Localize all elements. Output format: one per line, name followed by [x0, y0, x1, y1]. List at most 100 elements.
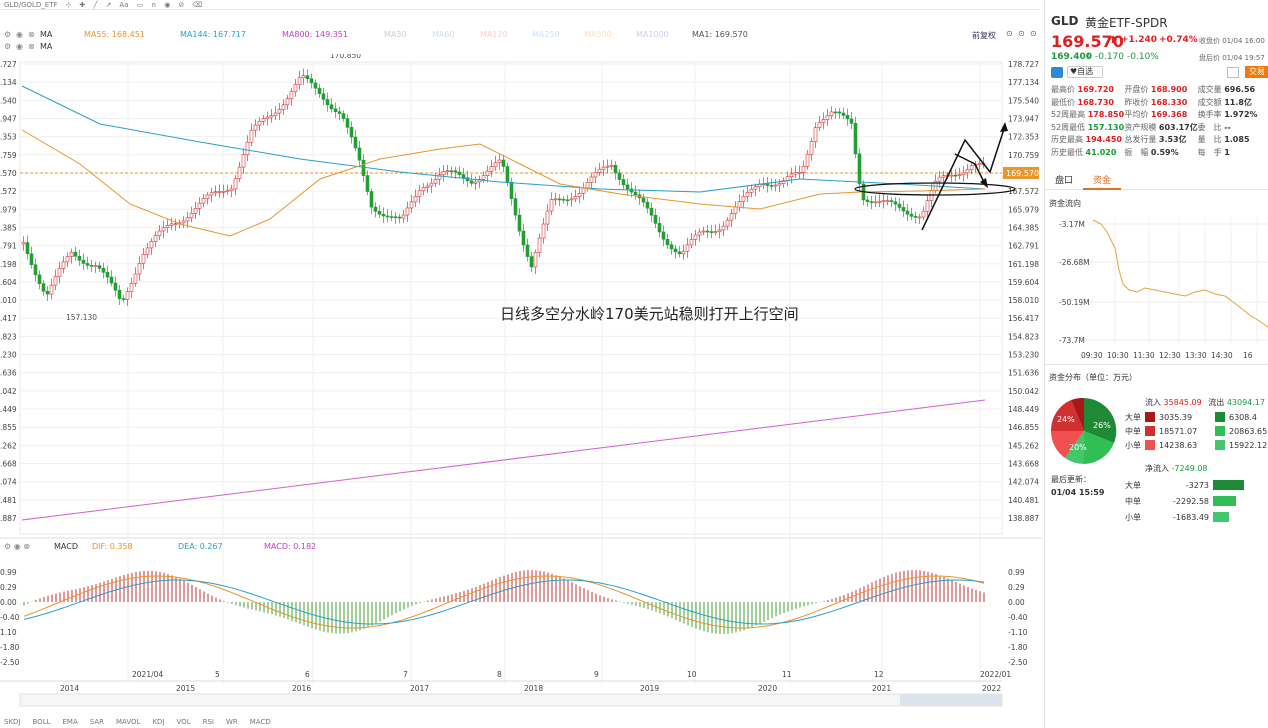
left-price-tick: .947	[0, 114, 17, 123]
magnet-icon[interactable]: ∩	[151, 1, 156, 9]
candle-body	[669, 244, 674, 250]
candle-body	[337, 111, 342, 114]
indicator-tab[interactable]: SAR	[90, 718, 104, 726]
stats-row: 最低价 168.730 昨收价 168.330 成交额 11.8亿	[1051, 97, 1268, 110]
trade-button[interactable]: 交易	[1245, 66, 1268, 78]
flow-row-label: 中单	[1125, 426, 1141, 436]
tab-pankou[interactable]: 盘口	[1045, 172, 1083, 190]
candle-body	[329, 104, 334, 110]
indicator-tab[interactable]: MACD	[250, 718, 271, 726]
settings-icon[interactable]: ⚙	[4, 42, 11, 51]
close-time: 收盘价 01/04 16:00	[1199, 37, 1265, 45]
macd-tick: 0.29	[1008, 583, 1025, 592]
indicator-tab[interactable]: WR	[226, 718, 238, 726]
stats-row: 52周最高 178.850 平均价 169.368 换手率 1.972%	[1051, 109, 1268, 122]
indicator-tab[interactable]: RSI	[203, 718, 214, 726]
chevron-right-icon[interactable]: ⊙	[1018, 29, 1025, 38]
candle-body	[417, 190, 422, 197]
candle-body	[813, 127, 818, 142]
macd-left-tick: 0.29	[0, 583, 17, 592]
candle-body	[229, 188, 234, 191]
candle-body	[677, 251, 682, 255]
candle-body	[977, 163, 982, 165]
candle-body	[185, 217, 190, 222]
stats-row: 52周最低 157.130 资产规模 603.17亿委 比 --	[1051, 122, 1268, 135]
indicator-tab[interactable]: KDJ	[152, 718, 164, 726]
cursor-icon[interactable]: ⊹	[66, 1, 72, 9]
indicator-tab[interactable]: SKDJ	[4, 718, 21, 726]
stat-label: 换手率	[1197, 110, 1225, 119]
main-chart[interactable]: 178.727 .727 177.134 .134 175.540 .540 173.947…	[0, 54, 1042, 716]
candle-body	[585, 182, 590, 189]
candle-body	[825, 115, 830, 120]
indicator-tab[interactable]: EMA	[63, 718, 78, 726]
net-row: 中单 -2292.58	[1125, 493, 1268, 509]
close-icon[interactable]: ⊗	[28, 42, 35, 51]
candle-body	[293, 84, 298, 93]
candle-body	[909, 213, 914, 217]
panel-tabs: 盘口 资金	[1045, 172, 1268, 190]
net-total: -7249.08	[1171, 464, 1208, 473]
line-icon[interactable]: ╱	[93, 1, 97, 9]
date-tick: 7	[403, 670, 408, 679]
price-tick: 156.417	[1008, 314, 1039, 323]
indicator-tab[interactable]: VOL	[177, 718, 191, 726]
flow-in-value: 14238.63	[1159, 440, 1198, 450]
candle-body	[521, 230, 526, 246]
share-icon[interactable]	[1051, 67, 1063, 78]
time-scroller	[19, 693, 1003, 707]
stats-row: 历史最低 41.020 振 幅 0.59% 每 手 1	[1051, 147, 1268, 160]
left-price-tick: .636	[0, 369, 17, 378]
net-label: 净流入	[1145, 464, 1169, 473]
ray-icon[interactable]: ↗	[106, 1, 112, 9]
candle-body	[317, 87, 322, 95]
note-icon[interactable]	[1227, 67, 1239, 78]
left-price-tick: .979	[0, 205, 17, 214]
stat-cell: 成交额 11.8亿	[1198, 97, 1268, 110]
left-price-tick: .572	[0, 187, 17, 196]
stat-cell: 振 幅 0.59%	[1124, 147, 1197, 160]
candle-body	[389, 216, 394, 218]
candle-body	[877, 201, 882, 203]
crosshair-icon[interactable]: ✚	[79, 1, 85, 9]
net-bar	[1213, 496, 1236, 506]
chevron-left-icon[interactable]: ⊙	[1006, 29, 1013, 38]
candle-body	[137, 262, 142, 275]
adjust-dropdown[interactable]: 前复权	[972, 30, 996, 41]
indicator-tab[interactable]: MAVOL	[116, 718, 140, 726]
ticker-selector[interactable]: GLD/GOLD_ETF	[4, 1, 58, 9]
stat-value: 1.972%	[1224, 110, 1258, 119]
indicator-tab[interactable]: BOLL	[33, 718, 51, 726]
price-tick: 146.855	[1008, 423, 1039, 432]
indicator-tabs: SKDJ BOLL EMA SAR MAVOL KDJ VOL RSI WR MACD	[0, 716, 1040, 728]
eye-icon[interactable]: ◉	[16, 30, 23, 39]
settings-icon[interactable]: ⚙	[4, 30, 11, 39]
candle-body	[141, 254, 146, 264]
candle-body	[581, 188, 586, 194]
lock-icon[interactable]: ⊘	[178, 1, 184, 9]
candle-body	[701, 230, 706, 233]
net-rows: 大单 -3273 中单 -2292.58 小单 -1683.49	[1125, 477, 1268, 525]
candle-body	[397, 216, 402, 219]
candle-body	[125, 291, 130, 300]
eye-icon[interactable]: ◉	[164, 1, 170, 9]
close-icon[interactable]: ⊗	[28, 30, 35, 39]
text-icon[interactable]: Aa	[119, 1, 128, 9]
in-total: 35845.09	[1163, 398, 1202, 407]
trash-icon[interactable]: ⌫	[192, 1, 202, 9]
flow-line	[1092, 219, 1268, 328]
stat-cell: 最低价 168.730	[1051, 97, 1124, 110]
ruler-icon[interactable]: ▭	[136, 1, 143, 9]
price-change-pct: +0.74%	[1159, 35, 1198, 45]
add-watchlist-button[interactable]: ♥自选	[1067, 66, 1103, 78]
macd-tick: 0.99	[1008, 568, 1025, 577]
candle-body	[493, 162, 498, 168]
ma55-value: MA55: 168.451	[84, 30, 145, 39]
eye-icon[interactable]: ◉	[16, 42, 23, 51]
refresh-icon[interactable]: ⊙	[1030, 29, 1037, 38]
stat-value: 3.53亿	[1158, 135, 1187, 144]
left-price-tick: .385	[0, 223, 17, 232]
candle-body	[893, 201, 898, 205]
stats-grid: 最高价 169.720 开盘价 168.900 成交量 696.56 最低价 168.…	[1051, 84, 1268, 159]
tab-zijin[interactable]: 资金	[1083, 172, 1122, 190]
